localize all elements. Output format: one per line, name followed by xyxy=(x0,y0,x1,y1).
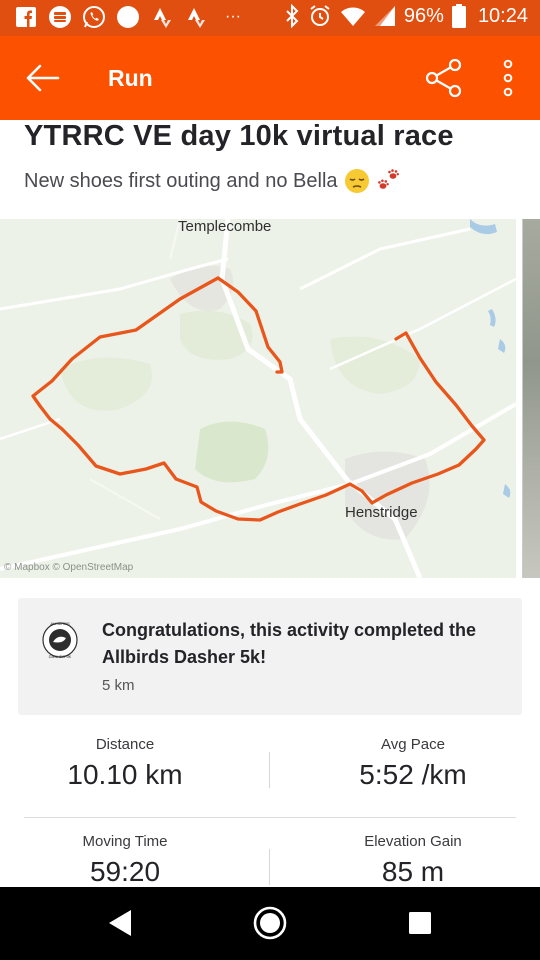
stat-divider xyxy=(269,849,270,885)
share-icon xyxy=(425,58,462,98)
activity-title: YTRRC VE day 10k virtual race xyxy=(24,120,454,152)
overflow-icon: ··· xyxy=(225,8,241,25)
map-canvas xyxy=(0,219,516,578)
stat-divider xyxy=(269,752,270,788)
more-vertical-icon xyxy=(503,59,513,97)
system-navigation-bar xyxy=(0,887,540,960)
notification-icons: ··· xyxy=(14,5,248,29)
nav-home-icon[interactable] xyxy=(253,906,287,940)
achievement-card[interactable]: ALLBIRDS DASHER 5K Congratulations, this… xyxy=(18,598,522,715)
achievement-text: Congratulations, this activity completed… xyxy=(102,620,477,667)
strava-icon xyxy=(184,5,208,29)
stats-divider xyxy=(24,817,516,818)
stat-elevation-gain-label: Elevation Gain xyxy=(364,833,462,850)
status-bar: ··· 96% 10:24 xyxy=(0,0,540,36)
whatsapp-icon xyxy=(82,5,106,29)
pensive-face-emoji xyxy=(344,169,369,193)
paw-prints-emoji xyxy=(377,169,399,189)
map-label-henstridge: Henstridge xyxy=(345,504,418,521)
app-bar: Run xyxy=(0,36,540,120)
strava-icon xyxy=(150,5,174,29)
stat-avg-pace-label: Avg Pace xyxy=(381,736,445,753)
route-map[interactable] xyxy=(0,219,516,578)
stat-avg-pace-value: 5:52 /km xyxy=(359,759,467,790)
map-label-templecombe: Templecombe xyxy=(178,218,272,235)
nav-back-icon[interactable] xyxy=(105,908,135,938)
stat-moving-time-label: Moving Time xyxy=(82,833,168,850)
activity-description: New shoes first outing and no Bella xyxy=(24,168,402,194)
stat-moving-time-value: 59:20 xyxy=(89,856,161,887)
battery-icon xyxy=(451,4,466,28)
achievement-subtext: 5 km xyxy=(102,677,135,694)
clock: 10:24 xyxy=(477,4,528,27)
map-attribution: © Mapbox © OpenStreetMap xyxy=(4,562,134,573)
description-text: New shoes first outing and no Bella xyxy=(24,169,338,192)
bluetooth-icon xyxy=(286,4,299,28)
alarm-icon xyxy=(310,5,330,26)
signal-icon xyxy=(374,6,395,26)
battery-percent: 96% xyxy=(403,4,444,27)
page-title: Run xyxy=(108,65,153,91)
stat-distance-label: Distance xyxy=(95,736,155,753)
stack-icon xyxy=(48,5,72,29)
wifi-icon xyxy=(340,7,365,26)
nav-recents-icon[interactable] xyxy=(408,911,432,935)
svg-text:ALLBIRDS: ALLBIRDS xyxy=(50,621,70,626)
allbirds-dasher-badge-icon: ALLBIRDS DASHER 5K xyxy=(42,618,78,662)
back-button[interactable] xyxy=(22,58,62,98)
share-button[interactable] xyxy=(424,58,464,98)
circle-icon xyxy=(116,5,140,29)
next-photo-preview[interactable] xyxy=(522,219,540,578)
arrow-left-icon xyxy=(26,64,60,92)
stat-elevation-gain-value: 85 m xyxy=(381,856,445,887)
more-options-button[interactable] xyxy=(494,58,522,98)
svg-text:DASHER 5K: DASHER 5K xyxy=(49,654,72,659)
stat-distance-value: 10.10 km xyxy=(67,759,183,790)
system-icons: 96% 10:24 xyxy=(284,4,528,28)
facebook-icon xyxy=(14,5,38,29)
